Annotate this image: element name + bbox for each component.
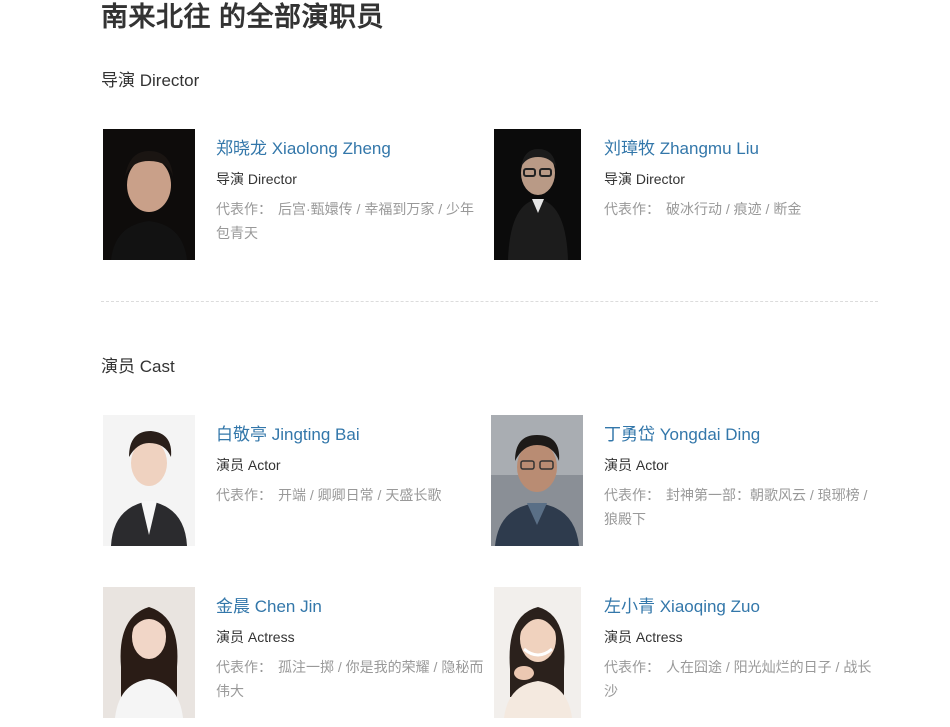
page-title: 南来北往 的全部演职员 <box>101 2 385 32</box>
person-photo[interactable] <box>494 587 581 718</box>
work-link[interactable]: 开端 <box>278 487 306 503</box>
person-role: 演员 Actor <box>216 457 281 473</box>
person-photo[interactable] <box>103 415 195 546</box>
works-label: 代表作： <box>604 487 660 503</box>
portrait-image <box>494 129 581 260</box>
works-label: 代表作： <box>604 201 660 217</box>
person-card: 左小青 Xiaoqing Zuo 演员 Actress 代表作： 人在囧途 / 阳… <box>494 587 884 727</box>
work-link[interactable]: 天盛长歌 <box>385 487 441 503</box>
person-name[interactable]: 左小青 Xiaoqing Zuo <box>604 595 874 619</box>
work-link[interactable]: 人在囧途 <box>666 659 722 675</box>
person-photo[interactable] <box>103 129 195 260</box>
work-link[interactable]: 你是我的荣耀 <box>346 659 430 675</box>
person-name[interactable]: 白敬亭 Jingting Bai <box>216 423 486 447</box>
person-works: 代表作： 破冰行动 / 痕迹 / 断金 <box>604 201 802 217</box>
portrait-image <box>103 129 195 260</box>
work-link[interactable]: 断金 <box>773 201 801 217</box>
person-works: 代表作： 封神第一部：朝歌风云 / 琅琊榜 / 狼殿下 <box>604 487 868 527</box>
work-link[interactable]: 狼殿下 <box>604 511 646 527</box>
works-label: 代表作： <box>216 487 272 503</box>
work-link[interactable]: 幸福到万家 <box>364 201 434 217</box>
portrait-image <box>103 415 195 546</box>
works-label: 代表作： <box>216 659 272 675</box>
person-works: 代表作： 孤注一掷 / 你是我的荣耀 / 隐秘而伟大 <box>216 659 484 699</box>
work-link[interactable]: 阳光灿烂的日子 <box>734 659 832 675</box>
person-card: 丁勇岱 Yongdai Ding 演员 Actor 代表作： 封神第一部：朝歌风云… <box>491 415 881 555</box>
work-link[interactable]: 琅琊榜 <box>818 487 860 503</box>
person-works: 代表作： 开端 / 卿卿日常 / 天盛长歌 <box>216 487 442 503</box>
works-label: 代表作： <box>216 201 272 217</box>
person-name[interactable]: 金晨 Chen Jin <box>216 595 486 619</box>
section-divider <box>101 301 878 302</box>
person-photo[interactable] <box>491 415 583 546</box>
work-link[interactable]: 封神第一部：朝歌风云 <box>666 487 806 503</box>
portrait-image <box>491 415 583 546</box>
person-card: 郑晓龙 Xiaolong Zheng 导演 Director 代表作： 后宫·甄嬛… <box>103 129 493 269</box>
person-photo[interactable] <box>494 129 581 260</box>
person-name[interactable]: 郑晓龙 Xiaolong Zheng <box>216 137 486 161</box>
person-works: 代表作： 后宫·甄嬛传 / 幸福到万家 / 少年包青天 <box>216 201 475 241</box>
section-title-director: 导演 Director <box>101 71 200 90</box>
person-works: 代表作： 人在囧途 / 阳光灿烂的日子 / 战长沙 <box>604 659 872 699</box>
portrait-image <box>103 587 195 718</box>
person-card: 刘璋牧 Zhangmu Liu 导演 Director 代表作： 破冰行动 / 痕… <box>494 129 884 269</box>
work-link[interactable]: 痕迹 <box>734 201 762 217</box>
person-role: 演员 Actress <box>604 629 683 645</box>
person-card: 白敬亭 Jingting Bai 演员 Actor 代表作： 开端 / 卿卿日常 … <box>103 415 493 555</box>
person-role: 演员 Actor <box>604 457 669 473</box>
work-link[interactable]: 卿卿日常 <box>318 487 374 503</box>
person-card: 金晨 Chen Jin 演员 Actress 代表作： 孤注一掷 / 你是我的荣耀… <box>103 587 493 727</box>
section-title-cast: 演员 Cast <box>101 357 175 376</box>
work-link[interactable]: 孤注一掷 <box>278 659 334 675</box>
person-name[interactable]: 丁勇岱 Yongdai Ding <box>604 423 874 447</box>
person-photo[interactable] <box>103 587 195 718</box>
works-label: 代表作： <box>604 659 660 675</box>
work-link[interactable]: 破冰行动 <box>666 201 722 217</box>
work-link[interactable]: 后宫·甄嬛传 <box>278 201 353 217</box>
person-role: 导演 Director <box>216 171 297 187</box>
person-role: 演员 Actress <box>216 629 295 645</box>
person-role: 导演 Director <box>604 171 685 187</box>
portrait-image <box>494 587 581 718</box>
person-name[interactable]: 刘璋牧 Zhangmu Liu <box>604 137 874 161</box>
